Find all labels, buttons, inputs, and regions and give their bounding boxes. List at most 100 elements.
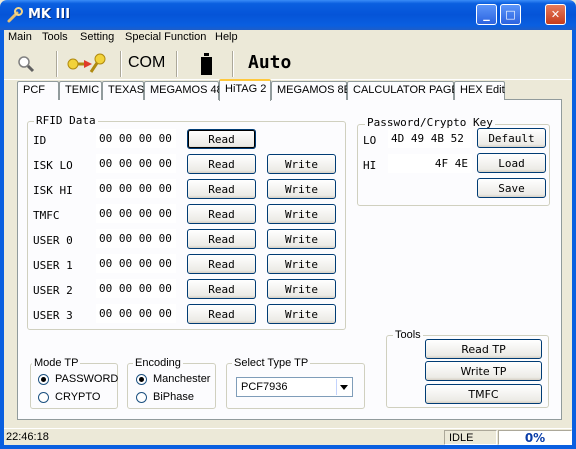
rfid-row-value-field[interactable]: 00 00 00 00 bbox=[96, 179, 176, 198]
tab-hex-edit[interactable]: HEX Edit bbox=[454, 81, 505, 100]
search-tool-button[interactable] bbox=[14, 52, 40, 78]
window-title: MK III bbox=[28, 7, 71, 22]
tab-megamos-8e[interactable]: MEGAMOS 8E bbox=[271, 81, 351, 100]
rfid-row-value-field[interactable]: 00 00 00 00 bbox=[96, 204, 176, 223]
auto-button[interactable]: Auto bbox=[248, 52, 291, 73]
close-icon: ✕ bbox=[550, 8, 561, 21]
rfid-row-value-field[interactable]: 00 00 00 00 bbox=[96, 229, 176, 248]
rfid-row-label: TMFC bbox=[33, 209, 60, 222]
tools-title: Tools bbox=[393, 329, 423, 341]
status-progress: 0% bbox=[524, 431, 546, 445]
tab-pcf[interactable]: PCF bbox=[17, 81, 59, 100]
chevron-down-icon bbox=[340, 384, 348, 390]
read-button[interactable]: Read bbox=[187, 179, 256, 199]
rfid-row-value-field[interactable]: 00 00 00 00 bbox=[96, 154, 176, 173]
password-crypto-title: Password/Crypto Key bbox=[365, 116, 495, 129]
read-button[interactable]: Read bbox=[187, 229, 256, 249]
password-hi-value: 4F 4E bbox=[434, 157, 468, 170]
select-type-value: PCF7936 bbox=[241, 381, 288, 393]
encoding-biphase-radio[interactable] bbox=[136, 392, 147, 403]
maximize-icon: □ bbox=[505, 8, 516, 21]
dropdown-arrow-button[interactable] bbox=[336, 379, 351, 395]
close-button[interactable]: ✕ bbox=[545, 4, 566, 25]
menu-special-function[interactable]: Special Function bbox=[125, 31, 206, 43]
rfid-row-value-field[interactable]: 00 00 00 00 bbox=[96, 254, 176, 273]
rfid-row-value-field[interactable]: 00 00 00 00 bbox=[96, 279, 176, 298]
write-button[interactable]: Write bbox=[267, 229, 336, 249]
status-progress-panel: 0% bbox=[498, 430, 572, 445]
rfid-row-label: USER 3 bbox=[33, 309, 73, 322]
rfid-row-value: 00 00 00 00 bbox=[99, 282, 172, 295]
write-button[interactable]: Write bbox=[267, 154, 336, 174]
keys-tool-button[interactable] bbox=[64, 50, 112, 78]
menu-setting[interactable]: Setting bbox=[80, 31, 114, 43]
encoding-title: Encoding bbox=[133, 357, 183, 369]
rfid-row-label: USER 2 bbox=[33, 284, 73, 297]
encoding-biphase-label[interactable]: BiPhase bbox=[153, 391, 194, 403]
rfid-row-label: ISK LO bbox=[33, 159, 73, 172]
menu-main[interactable]: Main bbox=[8, 31, 32, 43]
minimize-button[interactable]: _ bbox=[476, 4, 497, 25]
toolbar-separator bbox=[56, 51, 58, 77]
read-tp-button[interactable]: Read TP bbox=[425, 339, 542, 359]
password-lo-field[interactable]: 4D 49 4B 52 bbox=[388, 129, 472, 148]
maximize-button[interactable]: □ bbox=[500, 4, 521, 25]
write-tp-button[interactable]: Write TP bbox=[425, 361, 542, 381]
menu-tools[interactable]: Tools bbox=[42, 31, 68, 43]
mode-crypto-label[interactable]: CRYPTO bbox=[55, 391, 100, 403]
mode-password-radio[interactable] bbox=[38, 374, 49, 385]
rfid-row-value: 00 00 00 00 bbox=[99, 132, 172, 145]
write-button[interactable]: Write bbox=[267, 254, 336, 274]
title-bar[interactable]: MK III _ □ ✕ bbox=[0, 0, 576, 30]
tab-calculator-page[interactable]: CALCULATOR PAGE bbox=[347, 81, 459, 100]
read-button[interactable]: Read bbox=[187, 254, 256, 274]
rfid-row-value: 00 00 00 00 bbox=[99, 207, 172, 220]
battery-icon bbox=[201, 53, 212, 75]
toolbar: COM Auto bbox=[4, 48, 572, 80]
write-button[interactable]: Write bbox=[267, 179, 336, 199]
password-hi-label: HI bbox=[363, 159, 377, 172]
battery-button[interactable] bbox=[200, 52, 214, 76]
rfid-row-value: 00 00 00 00 bbox=[99, 232, 172, 245]
read-button[interactable]: Read bbox=[187, 279, 256, 299]
rfid-row-label: USER 0 bbox=[33, 234, 73, 247]
read-button[interactable]: Read bbox=[187, 204, 256, 224]
mode-password-label[interactable]: PASSWORD bbox=[55, 373, 118, 385]
rfid-row-value: 00 00 00 00 bbox=[99, 257, 172, 270]
rfid-row-label: USER 1 bbox=[33, 259, 73, 272]
tmfc-button[interactable]: TMFC bbox=[425, 384, 542, 404]
wrench-key-icon bbox=[7, 7, 23, 23]
rfid-row-value-field[interactable]: 00 00 00 00 bbox=[96, 129, 176, 148]
toolbar-separator bbox=[176, 51, 178, 77]
read-button[interactable]: Read bbox=[187, 154, 256, 174]
tab-temic[interactable]: TEMIC bbox=[59, 81, 102, 100]
rfid-row-value: 00 00 00 00 bbox=[99, 182, 172, 195]
read-button[interactable]: Read bbox=[187, 304, 256, 324]
rfid-row-value-field[interactable]: 00 00 00 00 bbox=[96, 304, 176, 323]
toolbar-separator bbox=[232, 51, 234, 77]
read-button[interactable]: Read bbox=[187, 129, 256, 149]
status-state: IDLE bbox=[449, 432, 474, 444]
mode-tp-title: Mode TP bbox=[32, 357, 81, 369]
menu-help[interactable]: Help bbox=[215, 31, 238, 43]
save-button[interactable]: Save bbox=[477, 178, 546, 198]
select-type-title: Select Type TP bbox=[232, 357, 311, 369]
tab-hitag-2[interactable]: HiTAG 2 bbox=[219, 79, 271, 101]
write-button[interactable]: Write bbox=[267, 204, 336, 224]
load-button[interactable]: Load bbox=[477, 153, 546, 173]
status-bar: 22:46:18 IDLE 0% bbox=[4, 428, 572, 445]
select-type-dropdown[interactable]: PCF7936 bbox=[236, 377, 353, 397]
tab-megamos-48[interactable]: MEGAMOS 48 bbox=[144, 81, 223, 100]
encoding-manchester-radio[interactable] bbox=[136, 374, 147, 385]
password-hi-field[interactable]: 4F 4E bbox=[388, 154, 472, 173]
password-lo-label: LO bbox=[363, 134, 377, 147]
tab-texas[interactable]: TEXAS bbox=[102, 81, 144, 100]
rfid-row-value: 00 00 00 00 bbox=[99, 157, 172, 170]
mode-crypto-radio[interactable] bbox=[38, 392, 49, 403]
default-button[interactable]: Default bbox=[477, 128, 546, 148]
write-button[interactable]: Write bbox=[267, 279, 336, 299]
write-button[interactable]: Write bbox=[267, 304, 336, 324]
magnifier-icon bbox=[18, 56, 35, 73]
com-button[interactable]: COM bbox=[128, 54, 165, 72]
encoding-manchester-label[interactable]: Manchester bbox=[153, 373, 210, 385]
